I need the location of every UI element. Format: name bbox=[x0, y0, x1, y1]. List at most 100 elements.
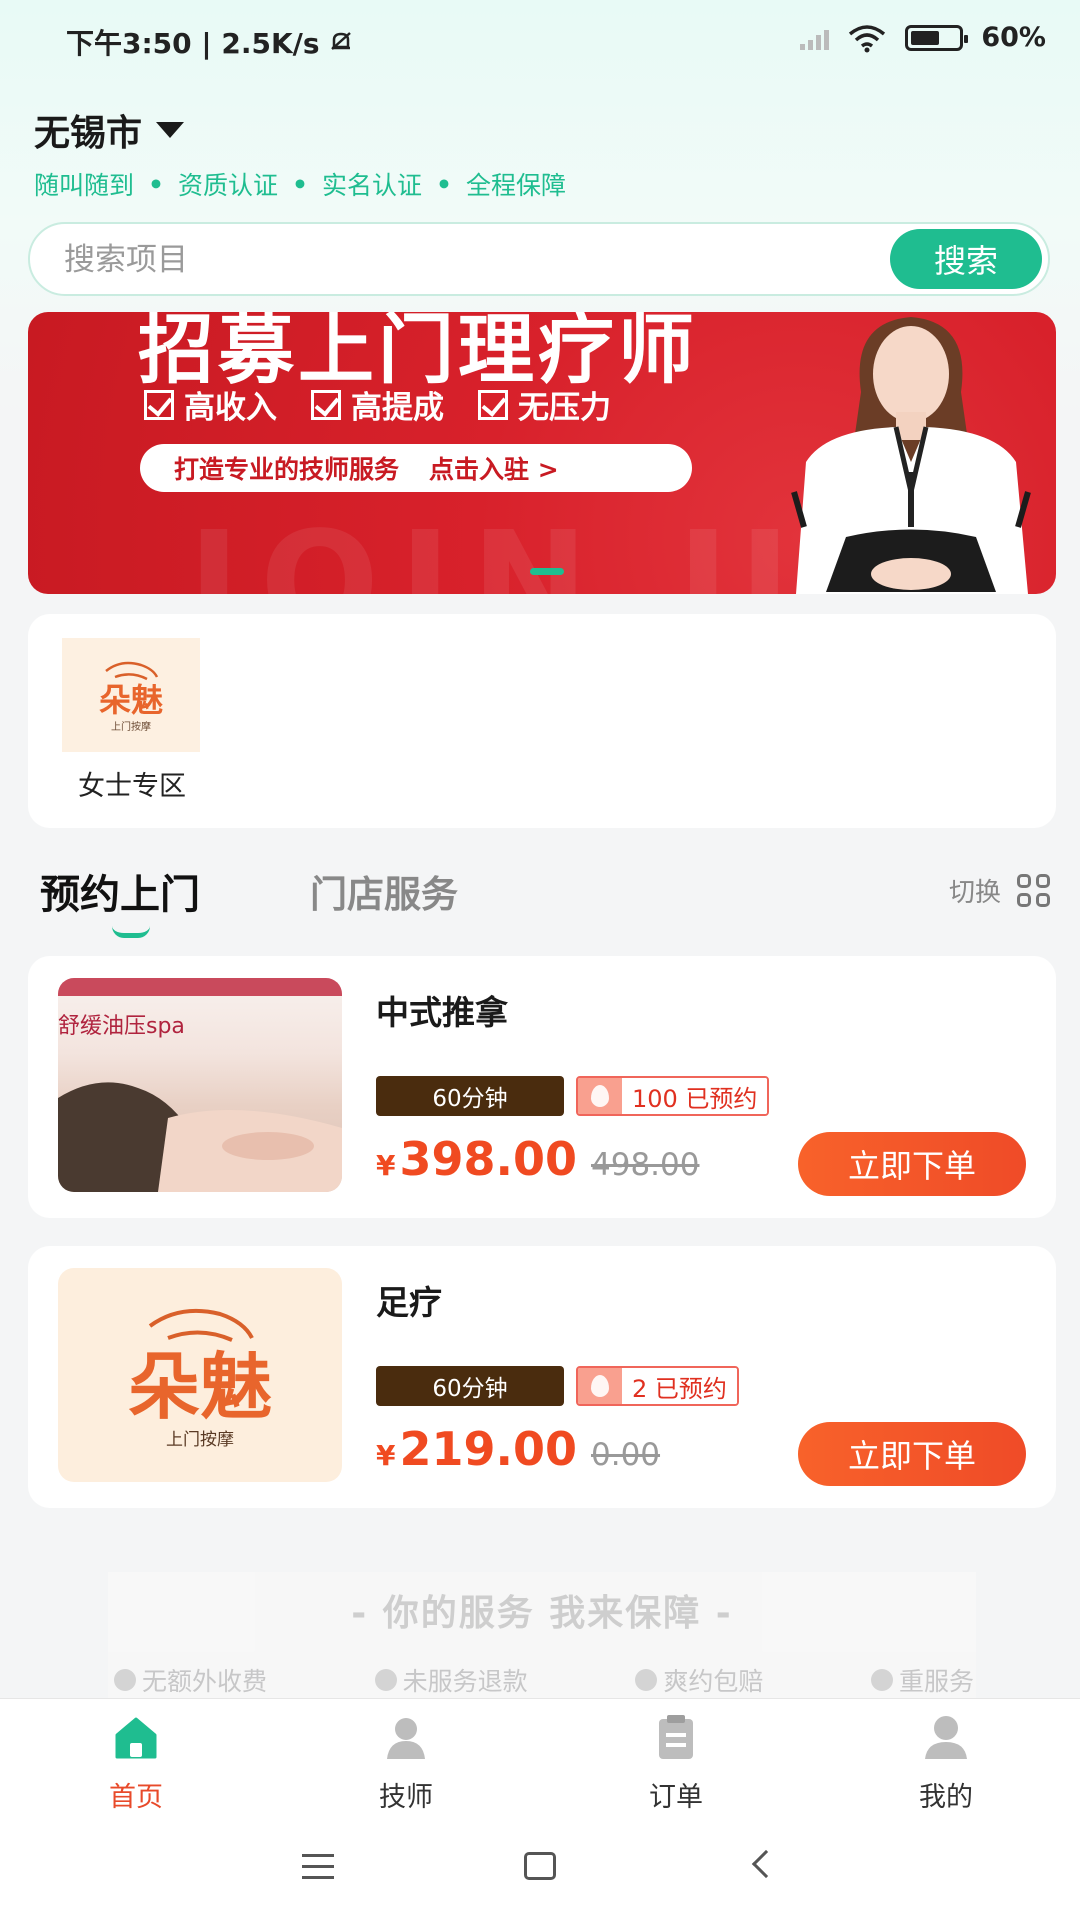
nav-label: 首页 bbox=[109, 1782, 163, 1813]
banner-pill-text: 打造专业的技师服务 bbox=[174, 455, 400, 484]
banner-checks: 高收入 高提成 无压力 bbox=[144, 382, 611, 427]
price-block: ¥ 219.00 0.00 bbox=[376, 1422, 660, 1476]
massage-photo-illustration bbox=[58, 1082, 342, 1192]
guarantee-items: 无额外收费 未服务退款 爽约包赔 重服务 bbox=[114, 1662, 974, 1698]
service-image: 舒缓油压spa bbox=[58, 978, 342, 1192]
currency-symbol: ¥ bbox=[376, 1149, 396, 1182]
service-image: 朵魅 上门按摩 bbox=[58, 1268, 342, 1482]
category-item-women[interactable]: 朵魅 上门按摩 女士专区 bbox=[62, 638, 202, 803]
nav-item-orders[interactable]: 订单 bbox=[606, 1713, 746, 1814]
checkbox-icon bbox=[144, 389, 174, 420]
therapist-illustration bbox=[791, 317, 1031, 594]
guarantee-item: 无额外收费 bbox=[142, 1667, 268, 1696]
banner-pill-cta: 点击入驻 > bbox=[429, 455, 559, 484]
tab-home-service[interactable]: 预约上门 bbox=[40, 862, 200, 920]
checkbox-icon bbox=[311, 389, 341, 420]
duration-badge: 60分钟 bbox=[376, 1366, 564, 1406]
booked-count: 100 已预约 bbox=[622, 1078, 768, 1114]
booked-badge: 100 已预约 bbox=[576, 1076, 770, 1116]
service-image-text: 朵魅 bbox=[127, 1344, 272, 1429]
price: 219.00 bbox=[399, 1422, 577, 1476]
feature-item: 实名认证 bbox=[322, 171, 423, 200]
recruit-banner[interactable]: JOIN US 招募上门理疗师 高收入 高提成 无压力 打造专业的技师服务 点击… bbox=[28, 312, 1056, 594]
order-button[interactable]: 立即下单 bbox=[798, 1132, 1026, 1196]
search-input[interactable] bbox=[64, 234, 884, 286]
status-indicators: 60% bbox=[800, 22, 1046, 53]
order-icon bbox=[659, 1715, 693, 1759]
grid-icon bbox=[1017, 874, 1050, 907]
search-bar: 搜索 bbox=[28, 222, 1050, 296]
category-label: 女士专区 bbox=[78, 771, 186, 802]
booked-badge: 2 已预约 bbox=[576, 1366, 739, 1406]
hand-logo-icon bbox=[105, 661, 159, 681]
category-card: 朵魅 上门按摩 女士专区 bbox=[28, 614, 1056, 828]
feature-item: 全程保障 bbox=[466, 171, 567, 200]
technician-icon bbox=[387, 1718, 425, 1759]
guarantee-item: 爽约包赔 bbox=[663, 1667, 764, 1696]
menu-icon[interactable] bbox=[302, 1854, 334, 1887]
order-button[interactable]: 立即下单 bbox=[798, 1422, 1026, 1486]
service-card[interactable]: 舒缓油压spa 中式推拿 60分钟 100 已预约 ¥ 398.00 498.0… bbox=[28, 956, 1056, 1218]
checkbox-icon bbox=[478, 389, 508, 420]
system-nav-bar bbox=[0, 1816, 1080, 1920]
status-bar: 下午3:50 | 2.5K/s 60% bbox=[0, 0, 1080, 84]
switch-label: 切换 bbox=[948, 878, 1001, 908]
banner-check-label: 无压力 bbox=[518, 390, 611, 426]
banner-check-label: 高提成 bbox=[351, 390, 444, 426]
profile-icon bbox=[925, 1716, 967, 1759]
tab-active-indicator bbox=[112, 926, 150, 938]
category-logo-sub: 上门按摩 bbox=[111, 722, 151, 734]
city-name: 无锡市 bbox=[34, 113, 143, 154]
nav-item-home[interactable]: 首页 bbox=[66, 1713, 206, 1814]
hand-logo-icon bbox=[148, 1308, 254, 1342]
bottom-nav: 首页 技师 订单 我的 bbox=[0, 1698, 1080, 1816]
guarantee-icon bbox=[374, 1669, 397, 1691]
banner-join-pill[interactable]: 打造专业的技师服务 点击入驻 > bbox=[140, 444, 692, 492]
currency-symbol: ¥ bbox=[376, 1439, 396, 1472]
home-icon bbox=[115, 1717, 157, 1759]
feature-item: 资质认证 bbox=[178, 171, 279, 200]
original-price: 498.00 bbox=[591, 1147, 700, 1183]
battery-icon bbox=[905, 24, 969, 51]
nav-label: 我的 bbox=[919, 1782, 973, 1813]
nav-item-technician[interactable]: 技师 bbox=[336, 1713, 476, 1814]
banner-check-label: 高收入 bbox=[184, 390, 277, 426]
signal-icon bbox=[800, 26, 830, 50]
fire-icon bbox=[578, 1078, 622, 1114]
time-speed-text: 下午3:50 | 2.5K/s bbox=[66, 27, 320, 60]
guarantee-item: 未服务退款 bbox=[402, 1667, 528, 1696]
price: 398.00 bbox=[399, 1132, 577, 1186]
guarantee-icon bbox=[114, 1669, 136, 1691]
feature-separator: • bbox=[436, 169, 452, 199]
tab-store-service[interactable]: 门店服务 bbox=[310, 864, 458, 918]
guarantee-banner: - 你的服务 我来保障 - 无额外收费 未服务退款 爽约包赔 重服务 bbox=[108, 1572, 976, 1702]
city-selector[interactable]: 无锡市 bbox=[34, 104, 185, 156]
booked-count: 2 已预约 bbox=[622, 1368, 737, 1404]
back-icon[interactable] bbox=[751, 1849, 781, 1879]
layout-switch[interactable]: 切换 bbox=[949, 872, 1050, 909]
guarantee-item: 重服务 bbox=[898, 1667, 974, 1696]
service-tabs: 预约上门 门店服务 切换 bbox=[40, 862, 1050, 938]
feature-separator: • bbox=[292, 169, 308, 199]
price-block: ¥ 398.00 498.00 bbox=[376, 1132, 699, 1186]
service-title: 足疗 bbox=[376, 1283, 442, 1322]
nav-label: 技师 bbox=[379, 1782, 433, 1813]
nav-label: 订单 bbox=[649, 1782, 703, 1813]
feature-separator: • bbox=[148, 169, 164, 199]
wifi-icon bbox=[849, 24, 886, 52]
caret-down-icon bbox=[156, 122, 185, 138]
feature-list: 随叫随到 • 资质认证 • 实名认证 • 全程保障 bbox=[34, 166, 566, 202]
service-card[interactable]: 朵魅 上门按摩 足疗 60分钟 2 已预约 ¥ 219.00 0.00 立即下单 bbox=[28, 1246, 1056, 1508]
battery-percent: 60% bbox=[981, 22, 1046, 53]
original-price: 0.00 bbox=[591, 1437, 661, 1473]
category-logo-text: 朵魅 bbox=[98, 680, 163, 719]
guarantee-icon bbox=[635, 1669, 658, 1691]
nav-item-profile[interactable]: 我的 bbox=[876, 1713, 1016, 1814]
home-square-icon[interactable] bbox=[524, 1852, 556, 1880]
service-image-sub: 上门按摩 bbox=[166, 1430, 234, 1451]
category-logo: 朵魅 上门按摩 bbox=[62, 638, 200, 752]
search-button[interactable]: 搜索 bbox=[890, 229, 1042, 289]
carousel-indicator bbox=[530, 568, 564, 575]
duration-badge: 60分钟 bbox=[376, 1076, 564, 1116]
guarantee-title: - 你的服务 我来保障 - bbox=[351, 1593, 733, 1634]
